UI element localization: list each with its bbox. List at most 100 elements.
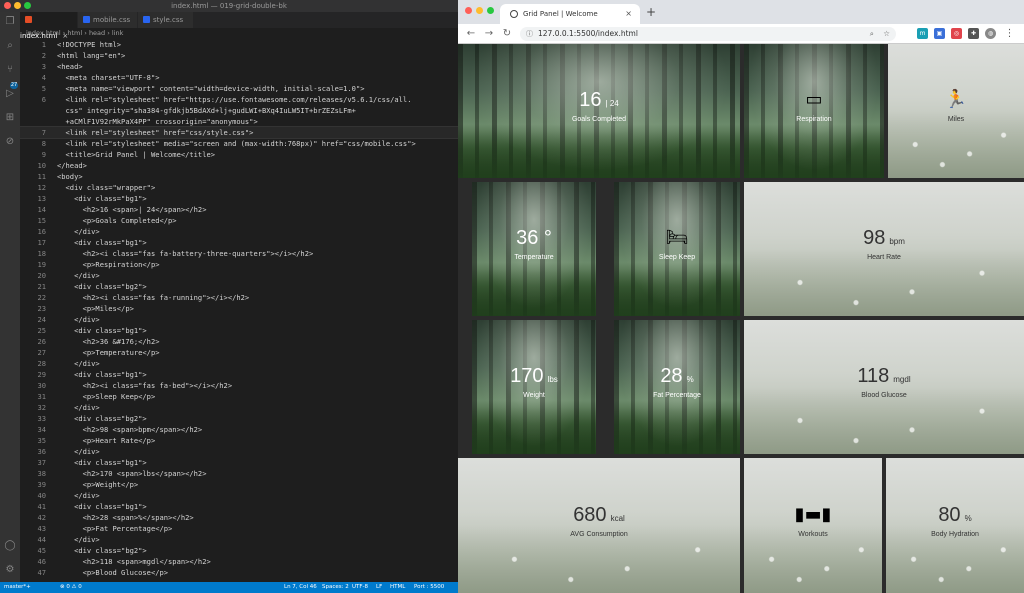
code-line[interactable]: 17 <div class="bg1"> — [20, 237, 458, 248]
code-line[interactable]: 45 <div class="bg2"> — [20, 545, 458, 556]
code-line[interactable]: 9 <title>Grid Panel | Welcome</title> — [20, 149, 458, 160]
code-line[interactable]: 33 <div class="bg2"> — [20, 413, 458, 424]
line-number: 35 — [37, 436, 46, 445]
code-line[interactable]: 7 <link rel="stylesheet" href="css/style… — [20, 126, 458, 139]
code-line[interactable]: 3 <head> — [20, 61, 458, 72]
live-share-icon[interactable]: ⊘ — [4, 136, 16, 148]
maximize-window-button[interactable] — [487, 7, 494, 14]
search-icon[interactable]: ⌕ — [4, 40, 16, 52]
source-control-icon[interactable]: ⑂ — [4, 64, 16, 76]
code-line[interactable]: 19 <p>Respiration</p> — [20, 259, 458, 270]
code-line[interactable]: css" integrity="sha384-gfdkjb5BdAXd+lj+g… — [20, 105, 458, 116]
code-line[interactable]: 23 <p>Miles</p> — [20, 303, 458, 314]
stat-tile-blood-glucose: 118 mgdl Blood Glucose — [744, 320, 1024, 454]
tab-mobile-css[interactable]: mobile.css — [78, 12, 138, 28]
code-line[interactable]: 22 <h2><i class="fas fa-running"></i></h… — [20, 292, 458, 303]
problems-status[interactable]: ⊗ 0 ⚠ 0 — [60, 582, 82, 593]
forward-arrow-icon[interactable]: → — [482, 27, 496, 41]
code-line[interactable]: 39 <p>Weight</p> — [20, 479, 458, 490]
account-icon[interactable]: ◯ — [4, 540, 16, 552]
minimize-window-button[interactable] — [14, 2, 21, 9]
indentation-status[interactable]: Spaces: 2 — [322, 582, 349, 593]
profile-avatar[interactable]: ◍ — [985, 28, 996, 39]
extensions-puzzle-icon[interactable]: ✚ — [968, 28, 979, 39]
line-number: 43 — [37, 524, 46, 533]
language-status[interactable]: HTML — [390, 582, 405, 593]
code-line[interactable]: 18 <h2><i class="fas fa-battery-three-qu… — [20, 248, 458, 259]
code-line[interactable]: 25 <div class="bg1"> — [20, 325, 458, 336]
encoding-status[interactable]: UTF-8 — [352, 582, 368, 593]
code-line[interactable]: 47 <p>Blood Glucose</p> — [20, 567, 458, 578]
settings-gear-icon[interactable]: ⚙ — [4, 564, 16, 576]
breadcrumb-item[interactable]: html — [67, 29, 82, 37]
code-line[interactable]: 16 </div> — [20, 226, 458, 237]
code-line[interactable]: 8 <link rel="stylesheet" media="screen a… — [20, 138, 458, 149]
extension-m-icon[interactable]: m — [917, 28, 928, 39]
menu-kebab-icon[interactable]: ⋮ — [1004, 28, 1015, 39]
code-line[interactable]: 31 <p>Sleep Keep</p> — [20, 391, 458, 402]
code-line[interactable]: 26 <h2>36 &#176;</h2> — [20, 336, 458, 347]
back-arrow-icon[interactable]: ← — [464, 27, 478, 41]
close-window-button[interactable] — [465, 7, 472, 14]
minimize-window-button[interactable] — [476, 7, 483, 14]
line-number: 18 — [37, 249, 46, 258]
code-line[interactable]: 46 <h2>118 <span>mgdl</span></h2> — [20, 556, 458, 567]
code-line[interactable]: 20 </div> — [20, 270, 458, 281]
reload-icon[interactable]: ↻ — [500, 27, 514, 41]
code-line[interactable]: 37 <div class="bg1"> — [20, 457, 458, 468]
code-line[interactable]: 29 <div class="bg1"> — [20, 369, 458, 380]
cursor-position[interactable]: Ln 7, Col 46 — [284, 582, 317, 593]
code-line[interactable]: 36 </div> — [20, 446, 458, 457]
code-line[interactable]: 28 </div> — [20, 358, 458, 369]
breadcrumb-item[interactable]: link — [112, 29, 124, 37]
close-tab-icon[interactable]: × — [625, 4, 632, 24]
bookmark-star-icon[interactable]: ☆ — [883, 27, 890, 41]
live-server-port[interactable]: Port : 5500 — [414, 582, 444, 593]
browser-tab[interactable]: Grid Panel | Welcome × — [500, 4, 640, 24]
code-line[interactable]: 21 <div class="bg2"> — [20, 281, 458, 292]
run-debug-icon[interactable]: ▷ — [4, 88, 16, 100]
maximize-window-button[interactable] — [24, 2, 31, 9]
extension-target-icon[interactable]: ◎ — [951, 28, 962, 39]
code-line[interactable]: 27 <p>Temperature</p> — [20, 347, 458, 358]
extensions-icon[interactable]: ⊞ — [4, 112, 16, 124]
code-line[interactable]: 14 <h2>16 <span>| 24</span></h2> — [20, 204, 458, 215]
code-line[interactable]: 10 </head> — [20, 160, 458, 171]
code-line[interactable]: 38 <h2>170 <span>lbs</span></h2> — [20, 468, 458, 479]
tab-index-html[interactable]: index.html × — [20, 12, 78, 40]
code-line[interactable]: 24 </div> — [20, 314, 458, 325]
breadcrumb-item[interactable]: head — [89, 29, 105, 37]
code-line[interactable]: 44 </div> — [20, 534, 458, 545]
branch-status[interactable]: master*+ — [4, 582, 31, 593]
code-line[interactable]: 34 <h2>98 <span>bpm</span></h2> — [20, 424, 458, 435]
breadcrumb-item[interactable]: index.html — [26, 29, 61, 37]
stat-number: 98 — [863, 227, 886, 249]
code-line[interactable]: 41 <div class="bg1"> — [20, 501, 458, 512]
eol-status[interactable]: LF — [376, 582, 382, 593]
explorer-icon[interactable]: ❐ — [4, 16, 16, 28]
close-window-button[interactable] — [4, 2, 11, 9]
code-line[interactable]: 5 <meta name="viewport" content="width=d… — [20, 83, 458, 94]
address-bar[interactable]: ⓘ 127.0.0.1:5500/index.html ⌕ ☆ — [520, 27, 896, 41]
code-line[interactable]: 6 <link rel="stylesheet" href="https://u… — [20, 94, 458, 105]
zoom-icon[interactable]: ⌕ — [870, 27, 874, 41]
new-tab-button[interactable]: + — [644, 4, 658, 20]
tab-style-css[interactable]: style.css — [138, 12, 194, 28]
code-line[interactable]: 11 <body> — [20, 171, 458, 182]
code-line[interactable]: 35 <p>Heart Rate</p> — [20, 435, 458, 446]
code-line[interactable]: 2 <html lang="en"> — [20, 50, 458, 61]
code-line[interactable]: 13 <div class="bg1"> — [20, 193, 458, 204]
code-line[interactable]: 43 <p>Fat Percentage</p> — [20, 523, 458, 534]
code-line[interactable]: 42 <h2>28 <span>%</span></h2> — [20, 512, 458, 523]
code-line[interactable]: +aCMlF1V92rMkPaX4PP" crossorigin="anonym… — [20, 116, 458, 127]
info-icon[interactable]: ⓘ — [526, 27, 533, 41]
code-line[interactable]: 12 <div class="wrapper"> — [20, 182, 458, 193]
code-editor[interactable]: 1 <!DOCTYPE html> 2 <html lang="en"> 3 <head>… — [20, 39, 458, 582]
code-line[interactable]: 32 </div> — [20, 402, 458, 413]
code-line[interactable]: 30 <h2><i class="fas fa-bed"></i></h2> — [20, 380, 458, 391]
code-line[interactable]: 4 <meta charset="UTF-8"> — [20, 72, 458, 83]
extension-screenshot-icon[interactable]: ▣ — [934, 28, 945, 39]
code-line[interactable]: 15 <p>Goals Completed</p> — [20, 215, 458, 226]
code-line[interactable]: 1 <!DOCTYPE html> — [20, 39, 458, 50]
code-line[interactable]: 40 </div> — [20, 490, 458, 501]
